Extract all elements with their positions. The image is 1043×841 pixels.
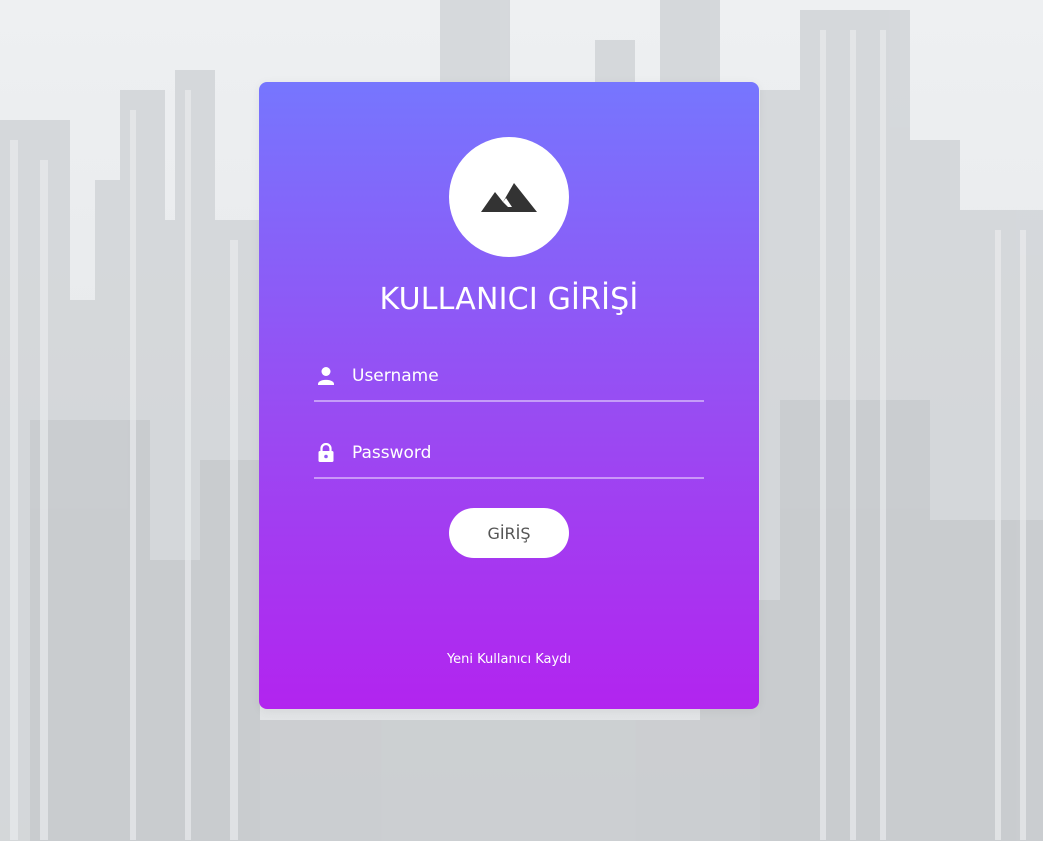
lock-icon — [318, 443, 334, 462]
password-input[interactable] — [352, 439, 692, 467]
register-link[interactable]: Yeni Kullanıcı Kaydı — [259, 652, 759, 667]
login-card: KULLANICI GİRİŞİ GİRİŞ Yeni Kullanıcı Ka… — [259, 82, 759, 709]
logo-circle — [449, 137, 569, 257]
username-input[interactable] — [352, 362, 692, 390]
page-title: KULLANICI GİRİŞİ — [379, 282, 639, 317]
username-field — [314, 354, 704, 402]
password-field — [314, 431, 704, 479]
login-button[interactable]: GİRİŞ — [449, 508, 569, 558]
mountain-icon — [481, 183, 537, 212]
user-icon — [318, 367, 334, 385]
